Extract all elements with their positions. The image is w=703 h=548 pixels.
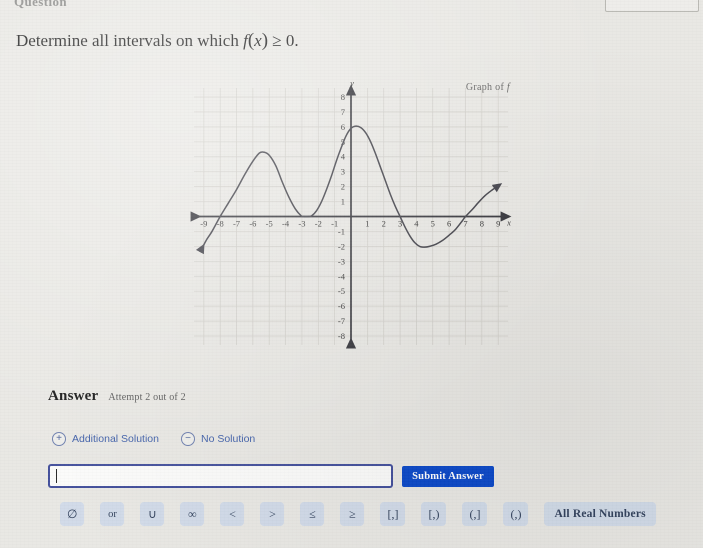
svg-text:2: 2 xyxy=(341,182,345,192)
question-expression: f(x) ≥ 0. xyxy=(243,30,299,51)
variable-x: x xyxy=(254,31,262,50)
plus-circle-icon: + xyxy=(52,432,66,446)
svg-text:3: 3 xyxy=(341,167,345,177)
svg-text:-6: -6 xyxy=(338,301,345,311)
answer-header: Answer Attempt 2 out of 2 xyxy=(48,388,186,405)
submit-answer-button[interactable]: Submit Answer xyxy=(402,466,494,487)
text-caret xyxy=(56,469,57,483)
svg-text:5: 5 xyxy=(431,219,435,229)
svg-text:x: x xyxy=(506,218,511,228)
svg-text:2: 2 xyxy=(382,219,386,229)
key-greater-than[interactable]: > xyxy=(260,502,285,526)
svg-text:-5: -5 xyxy=(338,286,345,296)
svg-text:4: 4 xyxy=(414,219,419,229)
key-open-interval[interactable]: (,) xyxy=(503,502,529,526)
top-right-panel-outline xyxy=(605,0,699,12)
relation-symbol: ≥ xyxy=(272,31,282,50)
no-solution-label: No Solution xyxy=(200,433,256,445)
svg-text:-4: -4 xyxy=(338,271,346,281)
svg-text:-2: -2 xyxy=(315,219,322,229)
key-empty-set[interactable]: ∅ xyxy=(60,502,85,526)
svg-text:9: 9 xyxy=(496,219,500,229)
svg-text:8: 8 xyxy=(480,219,484,229)
clipped-question-header: Question xyxy=(14,0,68,9)
answer-input[interactable] xyxy=(48,464,393,488)
attempt-counter: Attempt 2 out of 2 xyxy=(108,392,186,403)
svg-text:1: 1 xyxy=(341,197,345,207)
svg-text:-2: -2 xyxy=(338,241,345,251)
key-right-closed-interval[interactable]: (,] xyxy=(462,502,488,526)
svg-text:7: 7 xyxy=(341,107,345,117)
key-less-than-or-equal[interactable]: ≤ xyxy=(300,502,325,526)
svg-text:-1: -1 xyxy=(338,226,345,236)
svg-text:1: 1 xyxy=(365,219,369,229)
svg-text:-5: -5 xyxy=(266,219,273,229)
svg-text:6: 6 xyxy=(341,122,345,132)
key-all-real-numbers[interactable]: All Real Numbers xyxy=(544,502,656,526)
minus-circle-icon: − xyxy=(180,432,195,446)
symbol-keypad: ∅ or ∪ ∞ < > ≤ ≥ [,] [,) (,] (,) All Real Numbers xyxy=(60,502,656,526)
key-infinity[interactable]: ∞ xyxy=(180,502,205,526)
graph-caption-function: f xyxy=(506,82,510,93)
svg-text:-3: -3 xyxy=(298,219,305,229)
svg-text:-6: -6 xyxy=(249,219,256,229)
question-text: Determine all intervals on which xyxy=(16,31,239,50)
additional-solution-label: Additional Solution xyxy=(72,433,159,445)
svg-text:7: 7 xyxy=(463,219,467,229)
key-less-than[interactable]: < xyxy=(220,502,245,526)
svg-text:y: y xyxy=(349,78,354,88)
key-union[interactable]: ∪ xyxy=(140,502,165,526)
graph-caption: Graph of f xyxy=(466,82,510,93)
no-solution-button[interactable]: − No Solution xyxy=(180,432,256,446)
svg-text:-9: -9 xyxy=(200,219,207,229)
answer-options: + Additional Solution − No Solution xyxy=(52,432,255,446)
key-left-closed-interval[interactable]: [,) xyxy=(421,502,447,526)
svg-text:-8: -8 xyxy=(338,331,345,341)
graph-figure: Graph of f -9 -8 -7 -6 -5 -4 -3 -2 -1 1 2 3 4 5 6 7 8 9 8 7… xyxy=(186,74,516,359)
key-or[interactable]: or xyxy=(100,502,125,526)
svg-text:-3: -3 xyxy=(338,256,345,266)
graph-caption-text: Graph of xyxy=(465,82,505,93)
answer-title: Answer xyxy=(48,388,99,404)
svg-text:-4: -4 xyxy=(282,219,290,229)
svg-text:-7: -7 xyxy=(233,219,240,229)
function-plot-svg: -9 -8 -7 -6 -5 -4 -3 -2 -1 1 2 3 4 5 6 7 8 987654321-1-2-… xyxy=(190,78,512,349)
key-closed-interval[interactable]: [,] xyxy=(380,502,406,526)
additional-solution-button[interactable]: + Additional Solution xyxy=(52,432,159,446)
svg-text:-7: -7 xyxy=(338,316,345,326)
svg-text:6: 6 xyxy=(447,219,451,229)
key-greater-than-or-equal[interactable]: ≥ xyxy=(340,502,365,526)
close-paren: ) xyxy=(261,30,269,51)
svg-text:8: 8 xyxy=(341,92,345,102)
question-prompt: Determine all intervals on which f(x) ≥ … xyxy=(16,30,299,52)
sentence-period: . xyxy=(294,31,299,50)
